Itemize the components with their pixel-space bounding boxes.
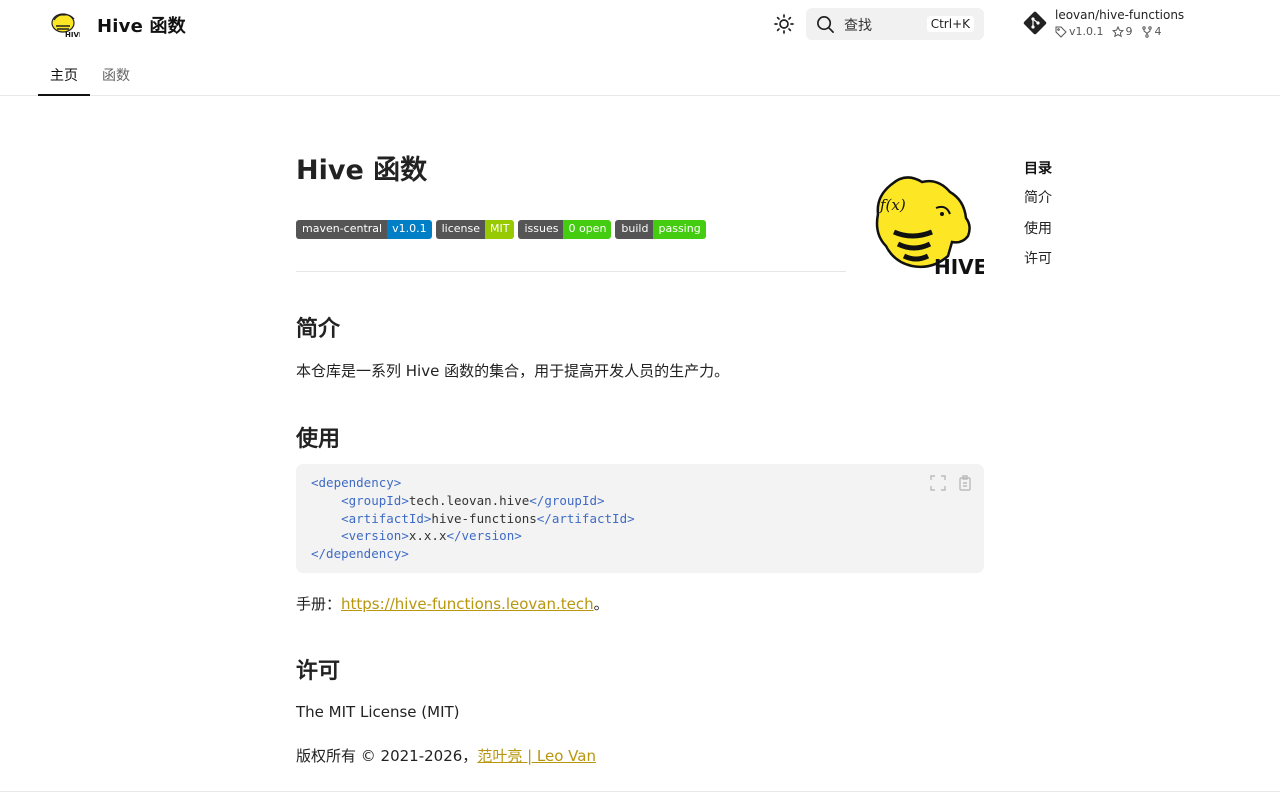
- top-header: HIVE Hive 函数 查找 Ctrl+K leovan/hive-funct…: [0, 0, 1280, 96]
- theme-toggle-icon[interactable]: [772, 12, 796, 36]
- svg-text:f(x): f(x): [879, 196, 906, 214]
- code-tag: <artifactId>: [341, 510, 432, 526]
- badges: maven-central v1.0.1 license MIT issues …: [296, 220, 706, 239]
- toc-title: 目录: [1024, 161, 1052, 177]
- tab-home[interactable]: 主页: [38, 56, 90, 96]
- search-shortcut: Ctrl+K: [926, 16, 974, 32]
- toc-item-usage[interactable]: 使用: [1024, 218, 1052, 249]
- toc-item-license[interactable]: 许可: [1024, 248, 1052, 279]
- code-tag: </version>: [446, 528, 522, 544]
- badge-left: maven-central: [296, 220, 388, 239]
- badge-build[interactable]: build passing: [615, 220, 706, 239]
- code-tag: <groupId>: [341, 492, 409, 508]
- repo-forks: 4: [1141, 25, 1162, 38]
- badge-right: MIT: [485, 220, 515, 239]
- repo-stars: 9: [1111, 25, 1133, 38]
- code-text: hive-functions: [431, 510, 537, 526]
- code-block[interactable]: <dependency> <groupId>tech.leovan.hive</…: [296, 464, 984, 573]
- badge-left: license: [435, 220, 485, 239]
- repo-version-text: v1.0.1: [1069, 25, 1104, 38]
- tab-functions[interactable]: 函数: [90, 56, 142, 96]
- intro-text: 本仓库是一系列 Hive 函数的集合，用于提高开发人员的生产力。: [296, 362, 730, 380]
- badge-right: 0 open: [563, 220, 612, 239]
- page-title: Hive 函数: [296, 155, 428, 186]
- badge-right: v1.0.1: [387, 220, 432, 239]
- svg-text:HIVE: HIVE: [65, 31, 80, 38]
- manual-suffix: 。: [593, 595, 609, 613]
- git-icon: [1023, 11, 1047, 35]
- section-heading-usage: 使用: [296, 427, 341, 452]
- manual-text: 手册：https://hive-functions.leovan.tech。: [296, 593, 609, 614]
- code-tag: </artifactId>: [536, 510, 635, 526]
- license-name: The MIT License (MIT): [296, 703, 460, 721]
- fork-icon: [1141, 25, 1152, 38]
- badge-issues[interactable]: issues 0 open: [518, 220, 612, 239]
- search-box[interactable]: 查找 Ctrl+K: [806, 8, 984, 40]
- divider: [296, 271, 846, 272]
- code-tag: </groupId>: [529, 492, 605, 508]
- badge-license[interactable]: license MIT: [435, 220, 515, 239]
- manual-prefix: 手册：: [296, 595, 342, 613]
- badge-maven-central[interactable]: maven-central v1.0.1: [296, 220, 432, 239]
- search-label: 查找: [844, 18, 872, 34]
- hive-logo-icon[interactable]: HIVE: [48, 10, 84, 39]
- author-link[interactable]: 范叶亮 | Leo Van: [477, 747, 596, 765]
- manual-link[interactable]: https://hive-functions.leovan.tech: [341, 595, 594, 613]
- code-tag: <dependency>: [311, 475, 402, 490]
- copyright-prefix: 版权所有 © 2021-2026，: [296, 747, 478, 765]
- repo-name: leovan/hive-functions: [1055, 8, 1185, 22]
- repo-facts: v1.0.1 9 4: [1055, 25, 1162, 38]
- site-title[interactable]: Hive 函数: [97, 12, 186, 38]
- badge-left: issues: [518, 220, 564, 239]
- code-content: <dependency> <groupId>tech.leovan.hive</…: [311, 474, 635, 563]
- svg-text:HIVE: HIVE: [934, 255, 984, 276]
- copyright-text: 版权所有 © 2021-2026，范叶亮 | Leo Van: [296, 745, 596, 766]
- copy-icon[interactable]: [957, 475, 973, 491]
- repo-link[interactable]: leovan/hive-functions v1.0.1 9 4: [1022, 8, 1222, 42]
- repo-forks-text: 4: [1154, 25, 1162, 38]
- section-heading-intro: 简介: [296, 317, 341, 342]
- fullscreen-icon[interactable]: [930, 475, 946, 491]
- code-text: tech.leovan.hive: [408, 492, 530, 508]
- code-tag: <version>: [341, 528, 409, 544]
- star-icon: [1111, 25, 1124, 37]
- search-icon: [817, 16, 834, 33]
- table-of-contents: 目录 简介 使用 许可: [1024, 158, 1052, 279]
- toc-item-intro[interactable]: 简介: [1024, 187, 1052, 218]
- repo-version: v1.0.1: [1055, 25, 1104, 38]
- badge-right: passing: [653, 220, 706, 239]
- repo-stars-text: 9: [1125, 25, 1133, 38]
- code-text: x.x.x: [408, 528, 447, 544]
- hive-hero-logo-icon: f(x) HIVE: [872, 174, 987, 279]
- badge-left: build: [615, 220, 654, 239]
- code-tag: </dependency>: [311, 546, 409, 562]
- section-heading-license: 许可: [296, 659, 341, 684]
- footer-divider: [0, 791, 1280, 792]
- nav-tabs: 主页 函数: [38, 56, 142, 96]
- tag-icon: [1055, 26, 1067, 38]
